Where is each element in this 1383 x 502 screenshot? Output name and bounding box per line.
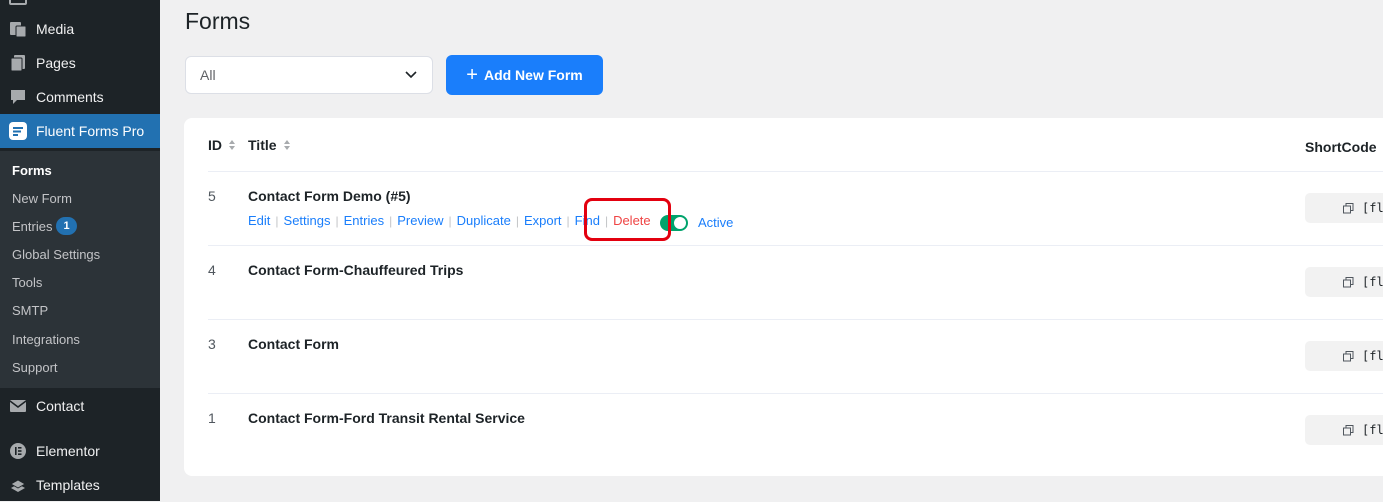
column-header-label: Title xyxy=(248,137,277,153)
menu-label: Pages xyxy=(36,55,76,71)
copy-icon xyxy=(1343,424,1354,436)
menu-label: Fluent Forms Pro xyxy=(36,123,145,139)
form-title[interactable]: Contact Form Demo (#5) xyxy=(248,188,411,204)
menu-label: Contact xyxy=(36,398,85,414)
menu-item-templates[interactable]: Templates xyxy=(0,468,160,502)
separator: | xyxy=(389,213,393,228)
export-link[interactable]: Export xyxy=(524,213,562,228)
column-header-shortcode: ShortCode xyxy=(1305,139,1377,155)
sort-icon[interactable] xyxy=(228,139,236,151)
menu-label: Templates xyxy=(36,477,100,493)
add-new-form-button[interactable]: + Add New Form xyxy=(446,55,603,95)
row-divider xyxy=(208,393,1383,394)
separator: | xyxy=(335,213,339,228)
menu-item-contact[interactable]: Contact xyxy=(0,389,160,423)
form-id: 4 xyxy=(208,262,216,278)
menu-item-fluent-forms-pro[interactable]: Fluent Forms Pro xyxy=(0,114,160,148)
entries-link[interactable]: Entries xyxy=(344,213,384,228)
templates-icon xyxy=(9,476,27,494)
submenu-item-smtp[interactable]: SMTP xyxy=(12,296,48,324)
form-filter-select[interactable]: All xyxy=(185,56,433,94)
form-id: 1 xyxy=(208,410,216,426)
shortcode-text: [fl xyxy=(1362,349,1383,363)
duplicate-link[interactable]: Duplicate xyxy=(457,213,511,228)
menu-item-media[interactable]: Media xyxy=(0,12,160,46)
sort-icon[interactable] xyxy=(283,139,291,151)
filter-selected-value: All xyxy=(200,67,216,83)
copy-icon xyxy=(1343,350,1354,362)
submenu-item-global-settings[interactable]: Global Settings xyxy=(12,240,100,268)
row-divider xyxy=(208,171,1383,172)
column-header-label: ID xyxy=(208,137,222,153)
shortcode-copy-button[interactable]: [fl xyxy=(1305,415,1383,445)
submenu-item-entries[interactable]: Entries 1 xyxy=(12,212,77,240)
comments-icon xyxy=(9,88,27,106)
form-title[interactable]: Contact Form-Ford Transit Rental Service xyxy=(248,410,525,426)
menu-label: Comments xyxy=(36,89,104,105)
copy-icon xyxy=(1343,276,1354,288)
shortcode-text: [fl xyxy=(1362,275,1383,289)
submenu-item-new-form[interactable]: New Form xyxy=(12,184,72,212)
elementor-icon xyxy=(9,442,27,460)
submenu-item-support[interactable]: Support xyxy=(12,353,58,381)
column-header-title[interactable]: Title xyxy=(248,137,291,153)
separator: | xyxy=(275,213,279,228)
form-id: 5 xyxy=(208,188,216,204)
dashboard-icon[interactable] xyxy=(9,0,27,6)
menu-item-pages[interactable]: Pages xyxy=(0,46,160,80)
form-title[interactable]: Contact Form-Chauffeured Trips xyxy=(248,262,463,278)
admin-sidebar: Media Pages Comments Fluent Forms Pro Fo… xyxy=(0,0,160,501)
menu-item-elementor[interactable]: Elementor xyxy=(0,434,160,468)
fluent-forms-submenu: Forms New Form Entries 1 Global Settings… xyxy=(0,151,160,388)
shortcode-text: [fl xyxy=(1362,423,1383,437)
form-title[interactable]: Contact Form xyxy=(248,336,339,352)
forms-table-card: ID Title ShortCode 5 Contact Form Demo (… xyxy=(184,118,1383,476)
submenu-item-tools[interactable]: Tools xyxy=(12,268,42,296)
shortcode-copy-button[interactable]: [fl xyxy=(1305,193,1383,223)
menu-label: Media xyxy=(36,21,75,37)
submenu-item-integrations[interactable]: Integrations xyxy=(12,325,80,353)
separator: | xyxy=(515,213,519,228)
preview-link[interactable]: Preview xyxy=(397,213,443,228)
row-divider xyxy=(208,245,1383,246)
settings-link[interactable]: Settings xyxy=(284,213,331,228)
shortcode-copy-button[interactable]: [fl xyxy=(1305,341,1383,371)
fluent-forms-icon xyxy=(9,122,27,140)
toggle-knob xyxy=(674,217,686,229)
entries-count-badge: 1 xyxy=(56,217,77,235)
chevron-down-icon xyxy=(404,67,418,84)
menu-label: Elementor xyxy=(36,443,100,459)
submenu-label: Entries xyxy=(12,218,53,234)
media-icon xyxy=(9,20,27,38)
submenu-item-forms[interactable]: Forms xyxy=(12,156,52,184)
status-label: Active xyxy=(698,215,734,230)
separator: | xyxy=(448,213,452,228)
copy-icon xyxy=(1343,202,1354,214)
column-header-id[interactable]: ID xyxy=(208,137,236,153)
add-new-form-label: Add New Form xyxy=(483,67,583,83)
delete-highlight-annotation xyxy=(584,198,671,241)
pages-icon xyxy=(9,54,27,72)
separator: | xyxy=(566,213,570,228)
plus-icon: + xyxy=(466,64,478,86)
page-title: Forms xyxy=(185,8,251,34)
menu-item-comments[interactable]: Comments xyxy=(0,80,160,114)
row-divider xyxy=(208,319,1383,320)
envelope-icon xyxy=(9,397,27,415)
shortcode-text: [fl xyxy=(1362,201,1383,215)
form-id: 3 xyxy=(208,336,216,352)
edit-link[interactable]: Edit xyxy=(248,213,270,228)
shortcode-copy-button[interactable]: [fl xyxy=(1305,267,1383,297)
